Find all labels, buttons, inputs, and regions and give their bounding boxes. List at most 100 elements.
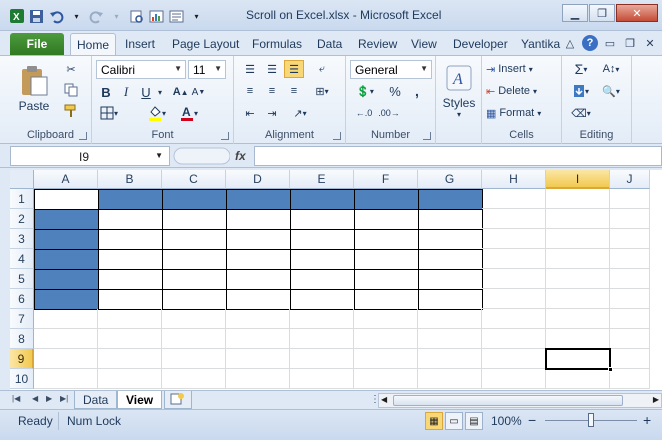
cell-f7[interactable]: [354, 309, 418, 329]
cell-h9[interactable]: [482, 349, 546, 369]
cell-g8[interactable]: [418, 329, 482, 349]
zoom-slider-thumb[interactable]: [588, 413, 594, 427]
cell-j2[interactable]: [610, 209, 650, 229]
align-center-icon[interactable]: ≡: [262, 82, 282, 100]
cell-b2[interactable]: [98, 209, 163, 230]
cell-g4[interactable]: [418, 249, 483, 270]
row-header-1[interactable]: 1: [10, 189, 34, 209]
sheet-tab-view[interactable]: View: [117, 391, 163, 409]
name-box[interactable]: I9 ▼: [10, 146, 170, 166]
cell-h3[interactable]: [482, 229, 546, 249]
align-top-icon[interactable]: ☰: [240, 60, 260, 78]
save-icon[interactable]: [28, 8, 45, 25]
workbook-restore-icon[interactable]: ❐: [622, 35, 638, 51]
cell-g7[interactable]: [418, 309, 482, 329]
page-break-view-icon[interactable]: ▤: [465, 412, 483, 430]
form-icon[interactable]: [168, 8, 185, 25]
cell-d8[interactable]: [226, 329, 290, 349]
cell-d4[interactable]: [226, 249, 291, 270]
row-header-9[interactable]: 9: [10, 349, 34, 369]
row-header-2[interactable]: 2: [10, 209, 34, 229]
cell-i10[interactable]: [546, 369, 610, 389]
cell-c4[interactable]: [162, 249, 227, 270]
cell-j7[interactable]: [610, 309, 650, 329]
cell-j6[interactable]: [610, 289, 650, 309]
column-header-a[interactable]: A: [34, 170, 98, 189]
cell-e5[interactable]: [290, 269, 355, 290]
cell-e4[interactable]: [290, 249, 355, 270]
cell-g9[interactable]: [418, 349, 482, 369]
cell-g1[interactable]: [418, 189, 483, 210]
cell-e1[interactable]: [290, 189, 355, 210]
cell-c7[interactable]: [162, 309, 226, 329]
fill-icon[interactable]: ▾: [568, 82, 594, 100]
font-name-select[interactable]: Calibri ▼: [96, 60, 186, 79]
column-header-j[interactable]: J: [610, 170, 650, 189]
column-header-i[interactable]: I: [546, 170, 610, 189]
column-header-d[interactable]: D: [226, 170, 290, 189]
column-header-f[interactable]: F: [354, 170, 418, 189]
cell-a10[interactable]: [34, 369, 98, 389]
fill-handle[interactable]: [608, 367, 613, 372]
cell-d10[interactable]: [226, 369, 290, 389]
cell-a4[interactable]: [34, 249, 99, 270]
cell-e10[interactable]: [290, 369, 354, 389]
styles-button[interactable]: A Styles ▾: [440, 60, 478, 122]
cell-f6[interactable]: [354, 289, 419, 310]
tab-file[interactable]: File: [10, 33, 64, 55]
scroll-right-icon[interactable]: ▶: [653, 395, 659, 404]
cell-a1[interactable]: [34, 189, 99, 210]
cell-f2[interactable]: [354, 209, 419, 230]
fill-color-icon[interactable]: ▾: [144, 104, 170, 122]
zoom-in-button[interactable]: +: [643, 412, 651, 428]
cell-h2[interactable]: [482, 209, 546, 229]
alignment-launcher-icon[interactable]: [333, 132, 341, 140]
cell-f5[interactable]: [354, 269, 419, 290]
tab-home[interactable]: Home: [70, 33, 117, 55]
cell-c5[interactable]: [162, 269, 227, 290]
cell-b9[interactable]: [98, 349, 162, 369]
normal-view-icon[interactable]: ▦: [425, 412, 443, 430]
tab-review[interactable]: Review: [358, 37, 397, 51]
worksheet-grid[interactable]: A B C D E F G H I J 1 2 3 4 5 6 7 8 9 10: [10, 170, 662, 390]
cell-e3[interactable]: [290, 229, 355, 250]
cell-j10[interactable]: [610, 369, 650, 389]
cell-d3[interactable]: [226, 229, 291, 250]
cell-c9[interactable]: [162, 349, 226, 369]
scroll-left-icon[interactable]: ◀: [381, 395, 387, 404]
column-header-c[interactable]: C: [162, 170, 226, 189]
cell-h4[interactable]: [482, 249, 546, 269]
clear-icon[interactable]: ⌫ ▾: [568, 104, 594, 122]
cell-b8[interactable]: [98, 329, 162, 349]
underline-button[interactable]: U: [138, 83, 154, 101]
increase-decimal-icon[interactable]: ←.0: [354, 104, 374, 122]
cell-a6[interactable]: [34, 289, 99, 310]
cell-g3[interactable]: [418, 229, 483, 250]
cell-e7[interactable]: [290, 309, 354, 329]
cell-g10[interactable]: [418, 369, 482, 389]
cell-f4[interactable]: [354, 249, 419, 270]
cell-j5[interactable]: [610, 269, 650, 289]
cell-i7[interactable]: [546, 309, 610, 329]
cell-c1[interactable]: [162, 189, 227, 210]
undo-dropdown-icon[interactable]: ▾: [68, 8, 85, 25]
cell-b1[interactable]: [98, 189, 163, 210]
decrease-indent-icon[interactable]: ⇤: [240, 104, 260, 122]
decrease-decimal-icon[interactable]: .00→: [378, 104, 400, 122]
cell-h6[interactable]: [482, 289, 546, 309]
copy-icon[interactable]: [60, 81, 82, 99]
underline-dropdown-icon[interactable]: ▾: [156, 83, 164, 101]
align-right-icon[interactable]: ≡: [284, 82, 304, 100]
tab-view[interactable]: View: [411, 37, 437, 51]
find-select-icon[interactable]: 🔍 ▾: [598, 82, 624, 100]
cell-j1[interactable]: [610, 189, 650, 209]
wrap-text-icon[interactable]: ⤶: [310, 60, 334, 78]
sheet-tab-data[interactable]: Data: [74, 391, 118, 409]
cell-a9[interactable]: [34, 349, 98, 369]
next-sheet-icon[interactable]: ▶: [46, 394, 52, 403]
horizontal-scroll-thumb[interactable]: [393, 395, 623, 406]
workbook-close-icon[interactable]: ✕: [642, 35, 658, 51]
tab-page-layout[interactable]: Page Layout: [172, 37, 239, 51]
cell-h8[interactable]: [482, 329, 546, 349]
cell-b4[interactable]: [98, 249, 163, 270]
